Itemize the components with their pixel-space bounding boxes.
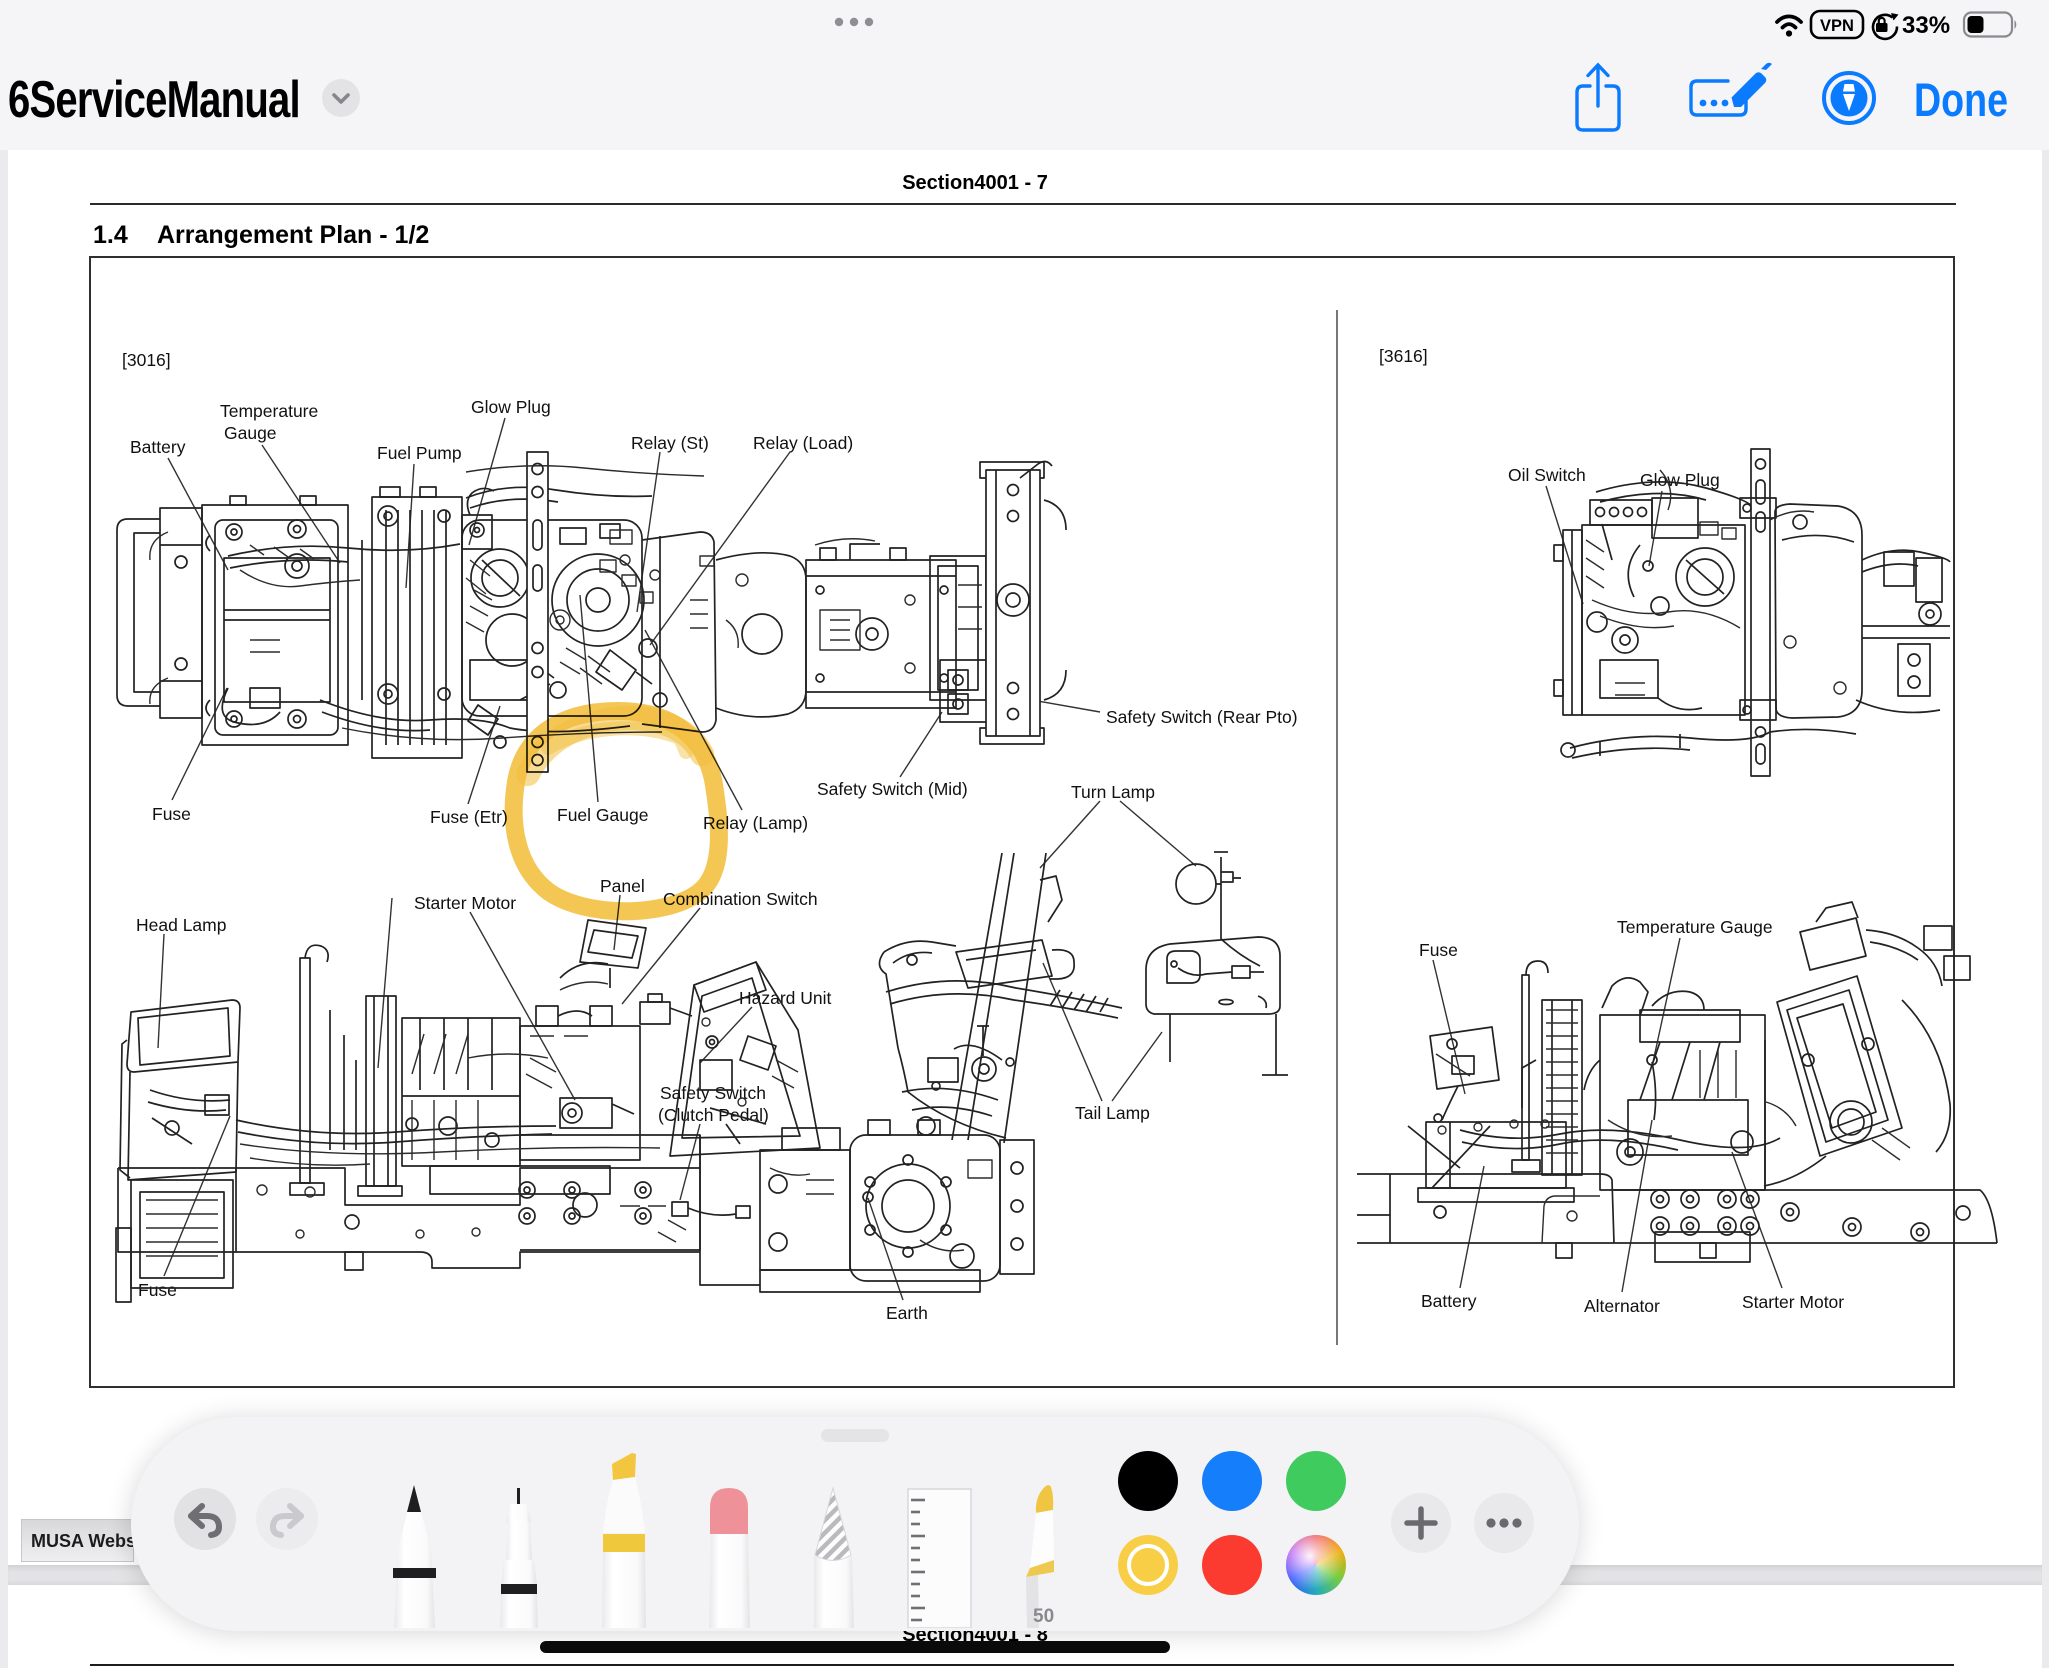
svg-text:Safety Switch: Safety Switch: [660, 1083, 766, 1103]
svg-text:Oil Switch: Oil Switch: [1508, 465, 1586, 485]
svg-text:Glow Plug: Glow Plug: [471, 397, 551, 417]
svg-text:Battery: Battery: [1421, 1291, 1477, 1311]
svg-text:Relay (St): Relay (St): [631, 433, 709, 453]
svg-text:Battery: Battery: [130, 437, 186, 457]
svg-text:50: 50: [1033, 1606, 1054, 1627]
svg-text:Glow Plug: Glow Plug: [1640, 470, 1720, 490]
svg-text:Starter Motor: Starter Motor: [414, 893, 516, 913]
svg-text:Earth: Earth: [886, 1303, 928, 1323]
svg-text:Safety Switch (Rear Pto): Safety Switch (Rear Pto): [1106, 707, 1298, 727]
svg-text:Hazard Unit: Hazard Unit: [739, 988, 832, 1008]
svg-text:Starter Motor: Starter Motor: [1742, 1292, 1844, 1312]
svg-text:Gauge: Gauge: [224, 423, 277, 443]
svg-text:Fuse (Etr): Fuse (Etr): [430, 807, 508, 827]
svg-text:Tail Lamp: Tail Lamp: [1075, 1103, 1150, 1123]
svg-text:Safety Switch (Mid): Safety Switch (Mid): [817, 779, 968, 799]
svg-text:Turn Lamp: Turn Lamp: [1071, 782, 1155, 802]
svg-text:Relay (Load): Relay (Load): [753, 433, 853, 453]
svg-text:[3016]: [3016]: [122, 350, 171, 370]
svg-text:Temperature: Temperature: [220, 401, 318, 421]
svg-text:Panel: Panel: [600, 876, 645, 896]
svg-text:Alternator: Alternator: [1584, 1296, 1660, 1316]
svg-text:Temperature Gauge: Temperature Gauge: [1617, 917, 1773, 937]
svg-text:Head Lamp: Head Lamp: [136, 915, 226, 935]
svg-text:Fuse: Fuse: [1419, 940, 1458, 960]
svg-text:[3616]: [3616]: [1379, 346, 1428, 366]
svg-text:Fuel Gauge: Fuel Gauge: [557, 805, 648, 825]
svg-text:Fuse: Fuse: [138, 1280, 177, 1300]
svg-text:Fuel Pump: Fuel Pump: [377, 443, 462, 463]
svg-text:Fuse: Fuse: [152, 804, 191, 824]
